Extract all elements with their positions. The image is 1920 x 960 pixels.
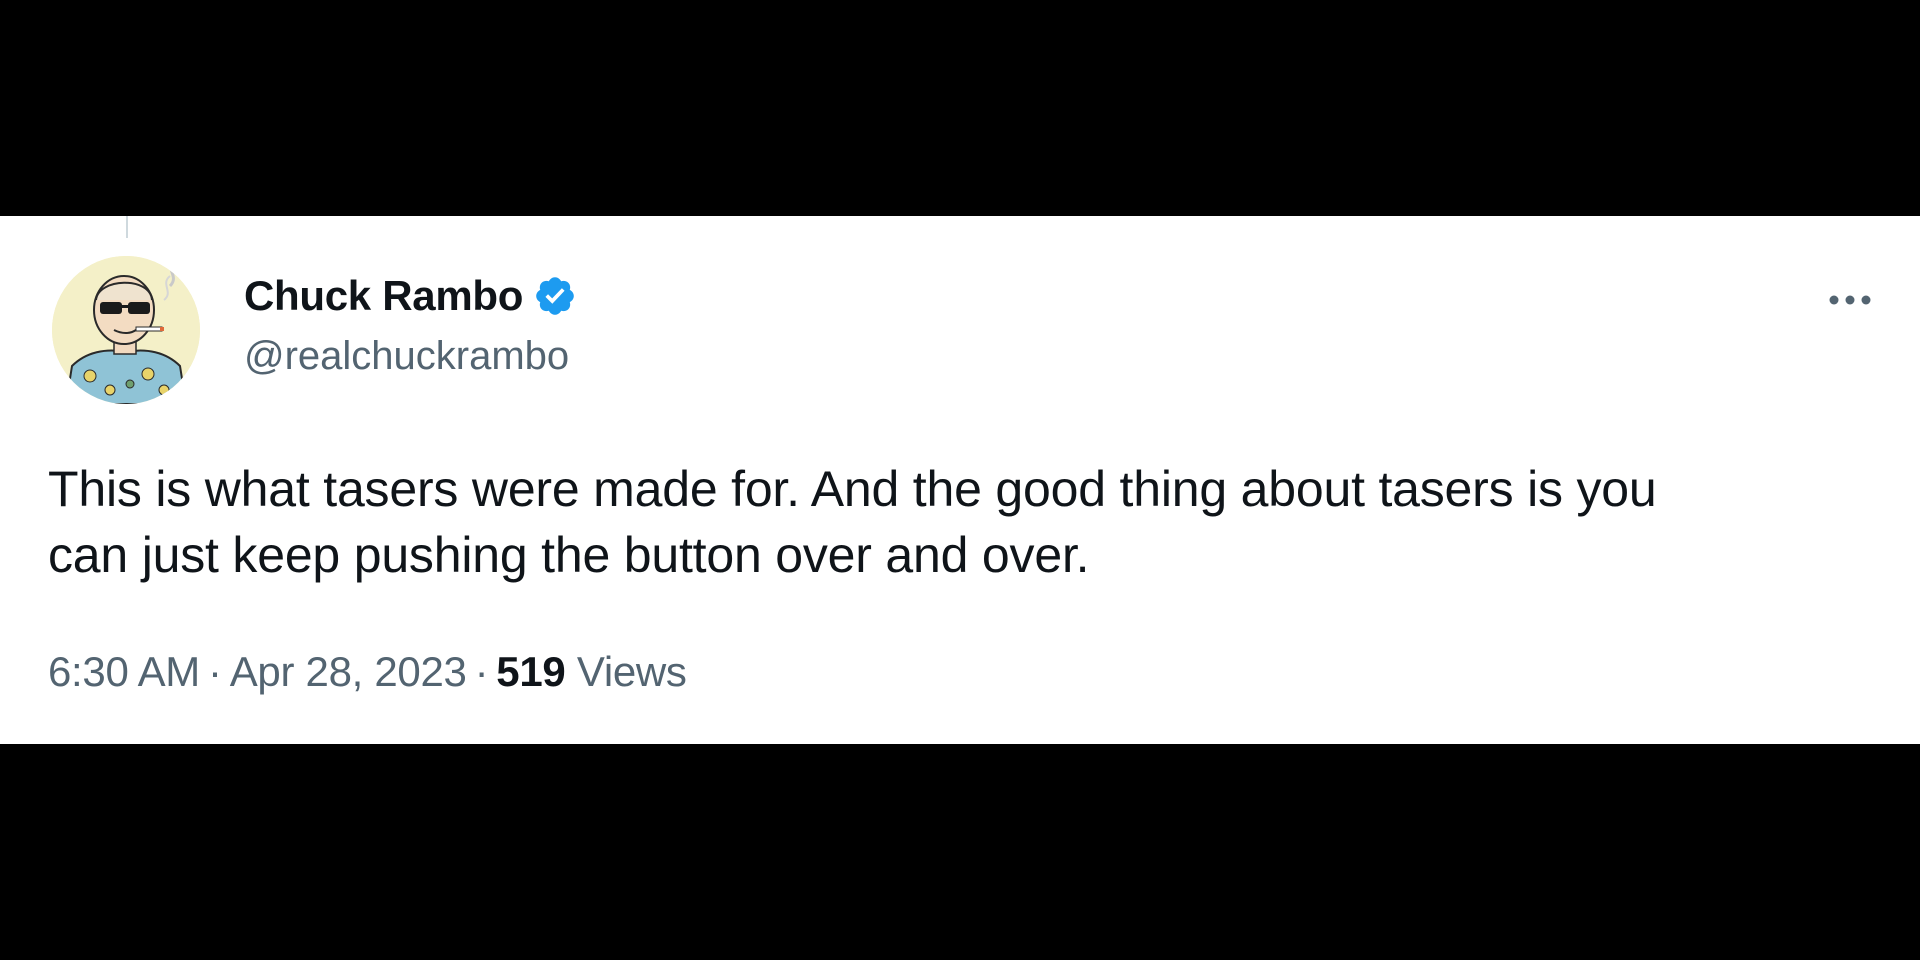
views-count: 519: [496, 648, 566, 695]
author-handle[interactable]: @realchuckrambo: [244, 334, 569, 379]
author-display-name[interactable]: Chuck Rambo: [244, 272, 523, 320]
tweet-date[interactable]: Apr 28, 2023: [230, 648, 467, 695]
tweet-text-line: This is what tasers were made for. And t…: [48, 461, 1657, 517]
tweet-card: Chuck Rambo @realchuckrambo This is what…: [0, 216, 1920, 744]
avatar-illustration-icon: [52, 256, 200, 404]
meta-separator: ·: [474, 648, 489, 695]
verified-badge-icon: [533, 274, 577, 318]
tweet-text-line: can just keep pushing the button over an…: [48, 527, 1090, 583]
tweet-time[interactable]: 6:30 AM: [48, 648, 200, 695]
screenshot-frame: Chuck Rambo @realchuckrambo This is what…: [0, 0, 1920, 960]
tweet-meta-row: 6:30 AM · Apr 28, 2023 · 519 Views: [48, 648, 687, 696]
views-link[interactable]: 519 Views: [496, 648, 687, 695]
tweet-text: This is what tasers were made for. And t…: [48, 456, 1888, 588]
thread-connector-line: [126, 216, 128, 238]
more-options-button[interactable]: [1818, 280, 1882, 320]
views-label: Views: [576, 648, 687, 695]
avatar[interactable]: [52, 256, 200, 404]
author-name-row: Chuck Rambo: [244, 268, 577, 324]
meta-separator: ·: [208, 648, 222, 695]
more-horizontal-icon: [1829, 295, 1871, 305]
